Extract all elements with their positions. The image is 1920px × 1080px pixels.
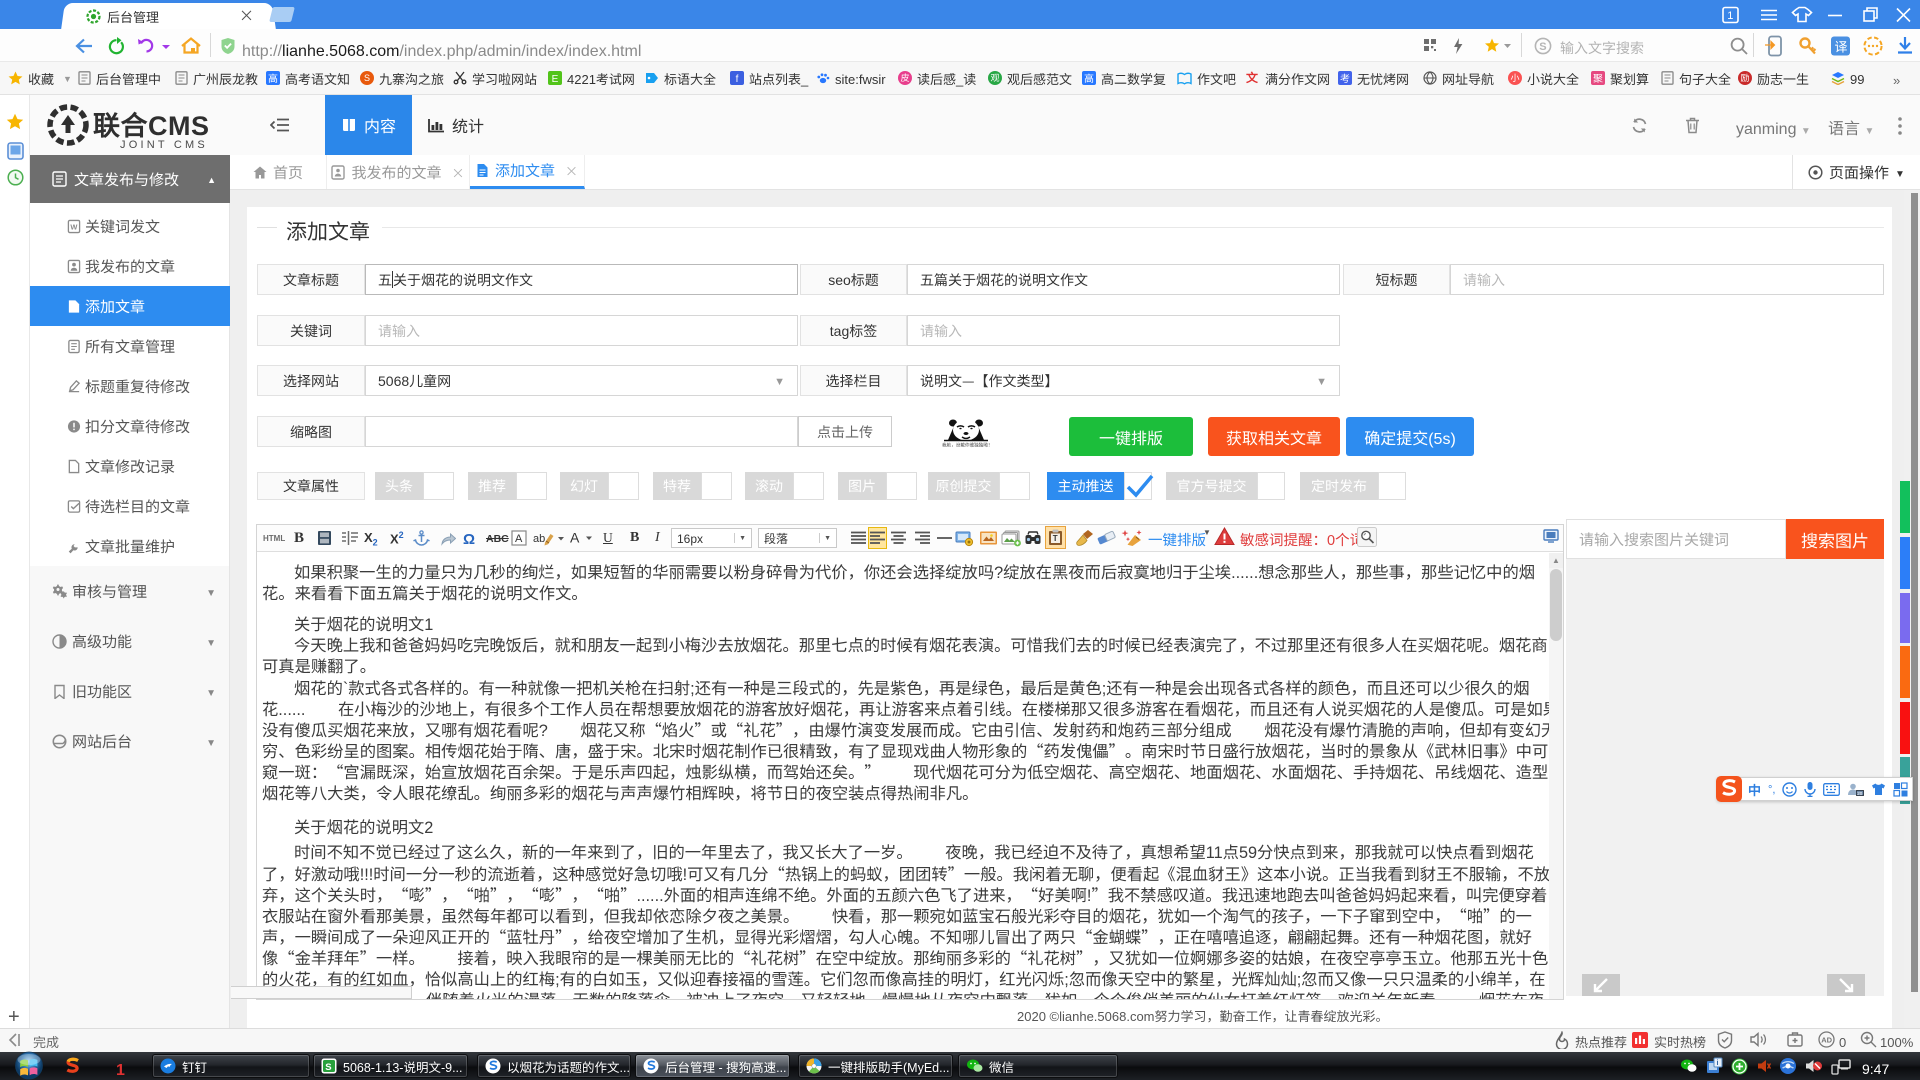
svg-text:译: 译 <box>1835 37 1848 56</box>
svg-text:AD: AD <box>1821 1035 1832 1046</box>
svg-text:A: A <box>515 530 523 546</box>
svg-text:T: T <box>1053 533 1058 544</box>
svg-text:W: W <box>70 221 78 232</box>
svg-text:i: i <box>1717 1058 1719 1068</box>
svg-text:S: S <box>1539 38 1546 54</box>
svg-text:1: 1 <box>1727 7 1733 23</box>
svg-text:我脸，没戴你谁独独呦！: 我脸，没戴你谁独独呦！ <box>942 442 992 449</box>
svg-text:S: S <box>325 1059 331 1073</box>
svg-text:20: 20 <box>1858 790 1864 796</box>
svg-text:ab: ab <box>533 530 545 546</box>
svg-text:A: A <box>570 529 580 547</box>
